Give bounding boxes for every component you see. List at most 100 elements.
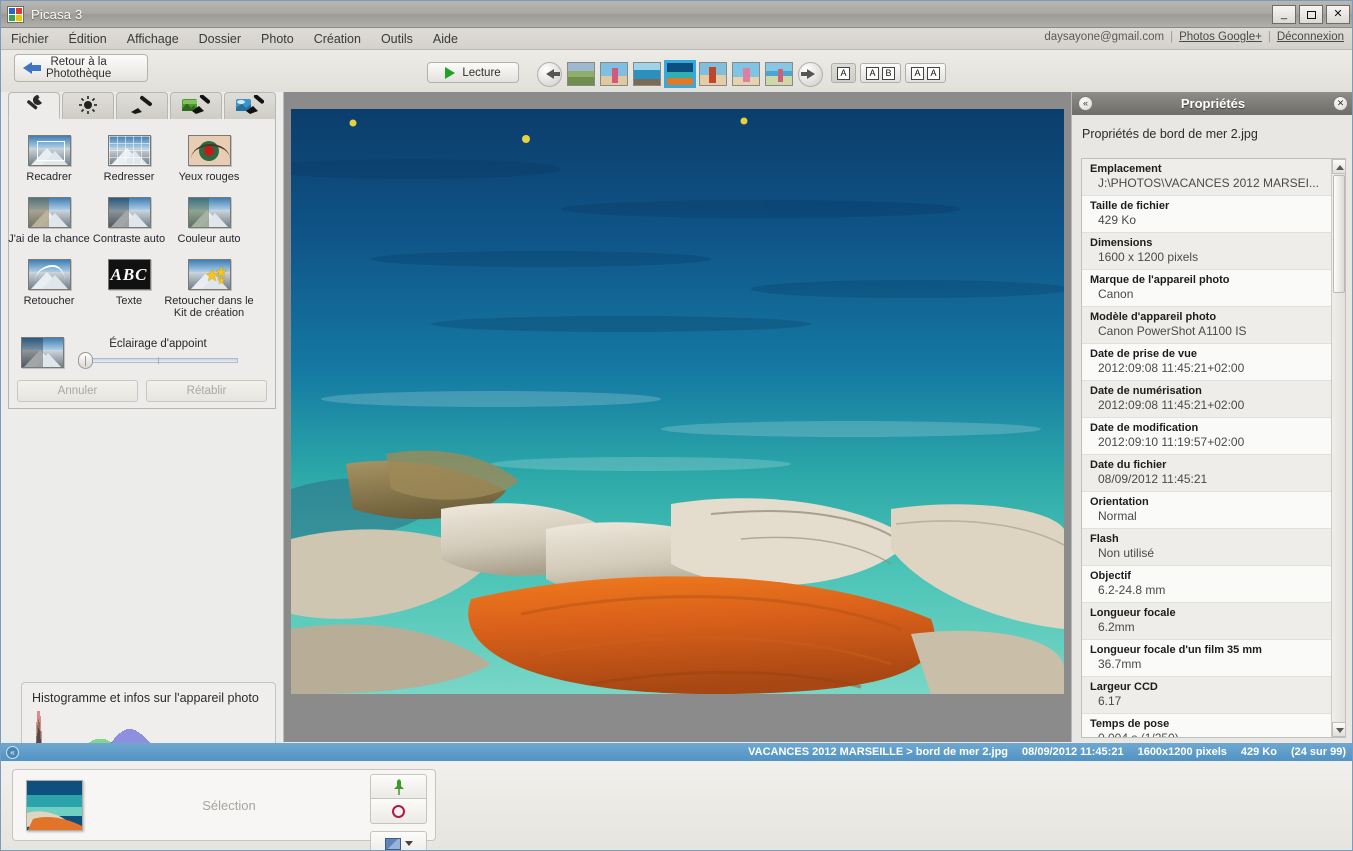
property-value: Canon <box>1098 287 1134 301</box>
filmstrip-thumb-2[interactable] <box>633 62 661 86</box>
fill-light-slider[interactable] <box>78 352 238 369</box>
property-row: Flash Non utilisé <box>1082 529 1332 566</box>
property-row: Longueur focale d'un film 35 mm 36.7mm <box>1082 640 1332 677</box>
tool-label: Yeux rouges <box>178 171 240 183</box>
filmstrip-thumb-3[interactable] <box>664 60 696 88</box>
property-key: Longueur focale d'un film 35 mm <box>1090 644 1262 656</box>
properties-scrollbar[interactable] <box>1331 159 1345 737</box>
redeye-icon <box>187 135 231 166</box>
property-key: Taille de fichier <box>1090 200 1170 212</box>
filmstrip-thumb-5[interactable] <box>732 62 760 86</box>
picasa-window: Picasa 3 _ ✕ Fichier Édition Affichage Doss… <box>0 0 1353 851</box>
auto-color-icon <box>187 197 231 228</box>
menu-item-outils[interactable]: Outils <box>371 30 423 48</box>
filmstrip-thumb-6[interactable] <box>765 62 793 86</box>
property-key: Date du fichier <box>1090 459 1167 471</box>
menu-item-fichier[interactable]: Fichier <box>1 30 59 48</box>
menu-item-dossier[interactable]: Dossier <box>189 30 251 48</box>
tool-im-feeling-lucky[interactable]: J'ai de la chance <box>8 197 90 245</box>
aa-side-view[interactable]: AA <box>905 63 946 83</box>
fill-light-knob[interactable] <box>78 352 93 369</box>
straighten-icon <box>107 135 151 166</box>
property-value: 6.17 <box>1098 694 1122 708</box>
next-photo-button[interactable] <box>798 61 823 87</box>
play-label: Lecture <box>462 66 501 79</box>
picasa-logo-icon <box>7 5 24 23</box>
main-photo[interactable] <box>291 109 1064 694</box>
basic-fixes-tab[interactable] <box>8 92 60 119</box>
close-button[interactable]: ✕ <box>1326 5 1350 24</box>
menu-item-dition[interactable]: Édition <box>59 30 117 48</box>
minimize-button[interactable]: _ <box>1272 5 1296 24</box>
selected-thumb-image <box>27 780 82 830</box>
effects2-tab[interactable] <box>170 92 222 119</box>
basic-fixes-pane: Recadrer Redresser Yeux rouges J'ai de la c… <box>8 119 276 409</box>
selected-photo-thumbnail[interactable] <box>26 779 83 831</box>
filmstrip-thumb-1[interactable] <box>600 62 628 86</box>
tool-retouch[interactable]: Retoucher <box>9 259 89 319</box>
tool-label: Retoucher <box>23 295 75 307</box>
back-to-library-button[interactable]: Retour à la Photothèque <box>14 54 148 82</box>
title-bar: Picasa 3 _ ✕ <box>1 1 1352 28</box>
effects-tab[interactable] <box>116 92 168 119</box>
property-row: Largeur CCD 6.17 <box>1082 677 1332 714</box>
menu-item-aide[interactable]: Aide <box>423 30 468 48</box>
filmstrip-thumb-0[interactable] <box>567 62 595 86</box>
effects3-tab[interactable] <box>224 92 276 119</box>
filmstrip <box>537 59 823 89</box>
clear-selection-button[interactable] <box>370 799 427 824</box>
slideshow-play-button[interactable]: Lecture <box>427 62 519 83</box>
collapse-panel-button[interactable]: « <box>1078 96 1093 111</box>
account-separator-2: | <box>1267 31 1271 43</box>
tuning-tab[interactable] <box>62 92 114 119</box>
scroll-down-button[interactable] <box>1332 722 1345 737</box>
view-mode-letter: A <box>927 66 940 80</box>
property-value: 1600 x 1200 pixels <box>1098 250 1199 264</box>
properties-title: Propriétés <box>1180 96 1246 111</box>
property-row: Taille de fichier 429 Ko <box>1082 196 1332 233</box>
view-mode-letter: B <box>882 66 895 80</box>
property-value: 6.2-24.8 mm <box>1098 583 1166 597</box>
photo-image <box>291 109 1064 694</box>
menu-item-photo[interactable]: Photo <box>251 30 304 48</box>
wrench-icon <box>23 94 45 117</box>
tool-straighten[interactable]: Redresser <box>89 135 169 183</box>
redo-button[interactable]: Rétablir <box>146 380 267 402</box>
tool-auto-contrast[interactable]: Contraste auto <box>89 197 169 245</box>
photo-viewer: Ajouter une légende <box>284 92 1071 832</box>
tool-redeye[interactable]: Yeux rouges <box>169 135 249 183</box>
clear-circle-icon <box>392 804 405 818</box>
tool-grid: Recadrer Redresser Yeux rouges J'ai de la c… <box>8 119 275 333</box>
property-value: Canon PowerShot A1100 IS <box>1098 324 1247 338</box>
tool-label: Retoucher dans le Kit de création <box>164 295 254 319</box>
auto-contrast-icon <box>107 197 151 228</box>
play-triangle-icon <box>445 66 456 79</box>
tool-auto-color[interactable]: Couleur auto <box>169 197 249 245</box>
menu-item-affichage[interactable]: Affichage <box>117 30 189 48</box>
scrollbar-thumb[interactable] <box>1333 175 1345 293</box>
photos-google-plus-link[interactable]: Photos Google+ <box>1179 31 1262 43</box>
ab-compare-view[interactable]: AB <box>860 63 901 83</box>
scroll-up-button[interactable] <box>1332 159 1345 174</box>
back-to-library-label: Retour à la Photothèque <box>46 56 112 80</box>
filmstrip-thumb-4[interactable] <box>699 62 727 86</box>
menu-item-cration[interactable]: Création <box>304 30 371 48</box>
sign-out-link[interactable]: Déconnexion <box>1277 31 1344 43</box>
single-view[interactable]: A <box>831 63 856 83</box>
property-row: Objectif 6.2-24.8 mm <box>1082 566 1332 603</box>
undo-button[interactable]: Annuler <box>17 380 138 402</box>
maximize-button[interactable] <box>1299 5 1323 24</box>
status-date: 08/09/2012 11:45:21 <box>1022 746 1124 758</box>
previous-photo-button[interactable] <box>537 61 562 87</box>
property-value: 08/09/2012 11:45:21 <box>1098 472 1208 486</box>
collapse-tray-button[interactable]: « <box>6 745 19 759</box>
tool-text[interactable]: ABC Texte <box>89 259 169 319</box>
close-panel-button[interactable]: ✕ <box>1333 96 1348 111</box>
album-dropdown-button[interactable] <box>370 831 427 850</box>
property-key: Date de prise de vue <box>1090 348 1197 360</box>
maximize-icon <box>1306 10 1316 19</box>
tool-creative-kit[interactable]: ★ ★ ★ Retoucher dans le Kit de création <box>164 259 254 319</box>
bottom-bar: Sélection ☆↺↻ Partager sur Google+ <box>1 761 1352 850</box>
tool-crop[interactable]: Recadrer <box>9 135 89 183</box>
pin-selection-button[interactable] <box>370 774 427 799</box>
